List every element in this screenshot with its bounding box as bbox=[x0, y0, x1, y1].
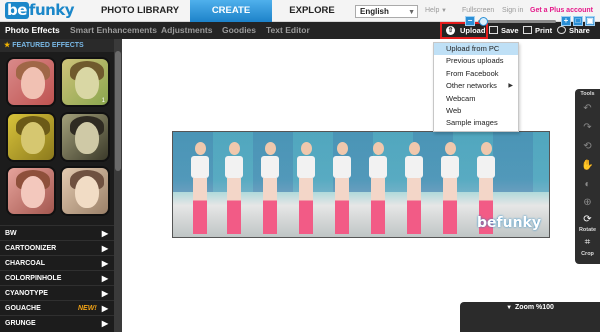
print-label: Print bbox=[535, 26, 553, 35]
zoom-tool-icon[interactable]: ⊕ bbox=[581, 197, 594, 208]
zoom-fit-button[interactable]: □ bbox=[573, 16, 583, 26]
featured-effects-header[interactable]: ★ FEATURED EFFECTS bbox=[0, 39, 114, 52]
rotate-icon[interactable]: ⟳ bbox=[581, 214, 594, 225]
category-label: COLORPINHOLE bbox=[5, 275, 62, 282]
language-select[interactable]: English ▼ bbox=[355, 5, 418, 18]
category-label: CHARCOAL bbox=[5, 260, 46, 267]
reset-icon[interactable]: ⟲ bbox=[581, 141, 594, 152]
upload-label: Upload bbox=[460, 26, 486, 35]
tools-title: Tools bbox=[580, 91, 595, 97]
edited-photo[interactable]: befunky bbox=[172, 131, 550, 238]
nav-explore[interactable]: EXPLORE bbox=[272, 0, 352, 22]
photo-figure bbox=[405, 142, 423, 234]
tab-photo-effects[interactable]: Photo Effects bbox=[5, 22, 60, 39]
save-button[interactable]: Save bbox=[489, 22, 519, 39]
watermark-logo: befunky bbox=[477, 215, 541, 231]
save-icon bbox=[489, 26, 498, 34]
star-icon: ★ bbox=[4, 42, 11, 49]
effect-thumbnail[interactable] bbox=[6, 166, 56, 216]
upload-menu: Upload from PC Previous uploads From Fac… bbox=[433, 42, 519, 132]
thumbnail-face bbox=[75, 67, 99, 99]
collapse-triangle-icon: ▼ bbox=[506, 305, 513, 311]
category-label: CYANOTYPE bbox=[5, 290, 48, 297]
sidebar-scrollbar[interactable] bbox=[114, 39, 122, 332]
photo-figure bbox=[191, 142, 209, 234]
top-navigation-bar: be funky PHOTO LIBRARY CREATE EXPLORE Eng… bbox=[0, 0, 600, 22]
zoom-out-button[interactable]: − bbox=[465, 16, 475, 26]
tab-goodies[interactable]: Goodies bbox=[222, 22, 256, 39]
effect-thumbnail[interactable] bbox=[60, 112, 110, 162]
zoom-panel: ▼ Zoom %100 bbox=[460, 302, 600, 332]
thumbnail-face bbox=[21, 122, 45, 154]
photo-figure bbox=[297, 142, 315, 234]
share-label: Share bbox=[569, 26, 590, 35]
logo-text: funky bbox=[28, 1, 75, 19]
effect-thumbnail[interactable] bbox=[6, 112, 56, 162]
help-link[interactable]: Help bbox=[425, 0, 439, 22]
print-button[interactable]: Print bbox=[523, 22, 552, 39]
submenu-arrow-icon: ▶ bbox=[508, 83, 513, 90]
menu-item-other-networks[interactable]: Other networks ▶ bbox=[434, 80, 518, 92]
upload-icon: ⇧ bbox=[446, 26, 455, 35]
nav-create[interactable]: CREATE bbox=[190, 0, 272, 22]
nav-photo-library[interactable]: PHOTO LIBRARY bbox=[90, 0, 190, 22]
menu-item-label: Other networks bbox=[446, 81, 497, 91]
zoom-slider-track[interactable] bbox=[478, 20, 556, 23]
menu-item-previous-uploads[interactable]: Previous uploads bbox=[434, 55, 518, 67]
effect-thumbnail[interactable]: 1 bbox=[60, 57, 110, 107]
tab-adjustments[interactable]: Adjustments bbox=[161, 22, 212, 39]
zoom-in-button[interactable]: + bbox=[561, 16, 571, 26]
tools-panel: Tools ↶ ↷ ⟲ ✋ ◐ ⊕ ⟳ Rotate ⌗ Crop bbox=[575, 89, 600, 264]
thumbnail-face bbox=[75, 122, 99, 154]
undo-icon[interactable]: ↶ bbox=[581, 103, 594, 114]
print-icon bbox=[523, 26, 532, 34]
zoom-label: Zoom %100 bbox=[515, 304, 554, 311]
category-label: GRUNGE bbox=[5, 320, 36, 327]
language-value: English bbox=[360, 7, 389, 16]
thumbnail-face bbox=[21, 67, 45, 99]
zoom-header[interactable]: ▼ Zoom %100 bbox=[460, 304, 600, 311]
zoom-actual-size-button[interactable]: ▣ bbox=[585, 16, 595, 26]
menu-item-webcam[interactable]: Webcam bbox=[434, 93, 518, 105]
menu-item-sample-images[interactable]: Sample images bbox=[434, 117, 518, 129]
redo-icon[interactable]: ↷ bbox=[581, 122, 594, 133]
menu-item-from-facebook[interactable]: From Facebook bbox=[434, 68, 518, 80]
category-grunge[interactable]: GRUNGE ▶ bbox=[0, 315, 114, 332]
thumbnail-number: 1 bbox=[101, 98, 105, 104]
category-label: GOUACHE bbox=[5, 305, 41, 312]
effect-thumbnail[interactable] bbox=[6, 57, 56, 107]
sign-in-link[interactable]: Sign in bbox=[502, 0, 523, 22]
befunky-logo[interactable]: be funky bbox=[5, 2, 87, 19]
rotate-label[interactable]: Rotate bbox=[575, 227, 600, 233]
share-icon bbox=[557, 26, 566, 34]
hand-icon[interactable]: ✋ bbox=[581, 160, 594, 171]
menu-item-upload-from-pc[interactable]: Upload from PC bbox=[434, 43, 518, 56]
category-label: BW bbox=[5, 230, 17, 237]
compare-icon[interactable]: ◐ bbox=[581, 179, 594, 190]
sidebar-scrollbar-thumb[interactable] bbox=[115, 51, 121, 171]
save-label: Save bbox=[501, 26, 519, 35]
thumbnail-face bbox=[21, 176, 45, 208]
help-chevron-down-icon[interactable]: ▼ bbox=[441, 0, 447, 22]
chevron-right-icon: ▶ bbox=[101, 319, 108, 328]
crop-label[interactable]: Crop bbox=[575, 251, 600, 257]
photo-figure bbox=[225, 142, 243, 234]
thumbnail-face bbox=[75, 176, 99, 208]
featured-effects-title: FEATURED EFFECTS bbox=[12, 42, 84, 49]
crop-icon[interactable]: ⌗ bbox=[581, 237, 594, 248]
photo-figure bbox=[441, 142, 459, 234]
zoom-slider-handle[interactable] bbox=[479, 17, 488, 26]
photo-figure bbox=[261, 142, 279, 234]
tab-smart-enhancements[interactable]: Smart Enhancements bbox=[70, 22, 157, 39]
effect-thumbnail[interactable] bbox=[60, 166, 110, 216]
photo-figure bbox=[333, 142, 351, 234]
tab-text-editor[interactable]: Text Editor bbox=[266, 22, 310, 39]
menu-item-web[interactable]: Web bbox=[434, 105, 518, 117]
category-label: CARTOONIZER bbox=[5, 245, 57, 252]
photo-figure bbox=[369, 142, 387, 234]
chevron-down-icon: ▼ bbox=[408, 9, 415, 16]
